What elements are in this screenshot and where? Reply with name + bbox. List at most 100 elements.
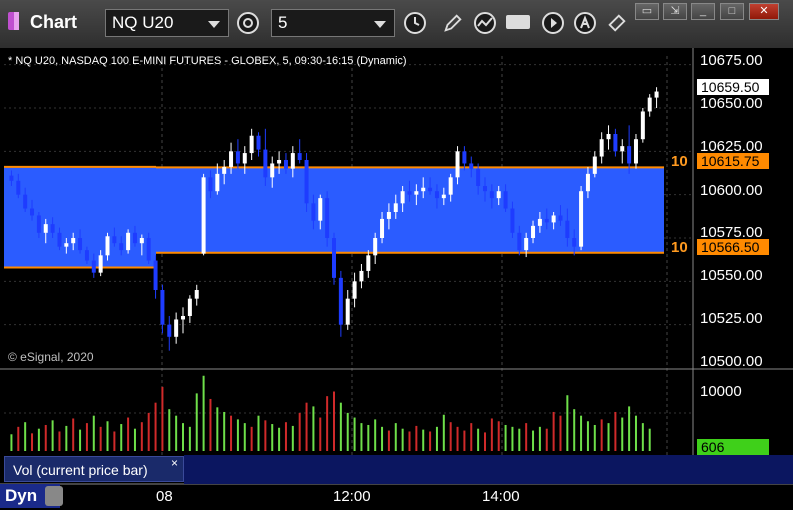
candle-body — [181, 316, 186, 320]
candle-body — [57, 232, 62, 247]
candle-body — [215, 173, 220, 192]
candle-body — [359, 270, 364, 282]
window-close-button[interactable]: ✕ — [749, 3, 779, 20]
pencil-icon — [444, 14, 462, 32]
clock-button[interactable] — [400, 9, 430, 37]
volume-axis-label: 10000 — [700, 383, 742, 400]
candle-body — [235, 151, 240, 164]
candle-body — [167, 324, 172, 337]
candle-body — [50, 224, 55, 233]
volume-study-strip — [184, 455, 693, 484]
play-icon — [542, 12, 564, 34]
play-button[interactable] — [538, 9, 568, 37]
candle-body — [647, 97, 652, 112]
candle-body — [565, 220, 570, 238]
candle-body — [572, 238, 577, 247]
clock-icon — [404, 12, 426, 34]
candle-body — [551, 215, 556, 223]
time-axis-label: 08 — [156, 488, 173, 505]
link-button[interactable] — [602, 9, 632, 37]
candle-body — [469, 163, 474, 169]
volume-study-strip — [693, 455, 793, 484]
candle-body — [524, 238, 529, 251]
candle-body — [78, 238, 83, 251]
interval-dropdown[interactable]: 5 — [271, 9, 395, 37]
upper-level-count: 10 — [671, 153, 688, 170]
volume-study-label[interactable]: Vol (current price bar) — [4, 456, 184, 482]
alert-button[interactable] — [570, 9, 600, 37]
line-chart-icon — [474, 12, 496, 34]
candle-body — [119, 243, 124, 251]
candle-body — [242, 153, 247, 164]
candle-body — [640, 111, 645, 140]
get-icon — [506, 15, 530, 29]
price-axis-label: 10500.00 — [700, 353, 763, 370]
window-maximize-button[interactable]: □ — [720, 3, 744, 20]
candle-body — [592, 156, 597, 174]
current-volume-badge: 606 — [697, 439, 769, 455]
candle-body — [71, 238, 76, 244]
candle-body — [153, 260, 158, 290]
time-axis-label: 12:00 — [333, 488, 371, 505]
lock-icon[interactable] — [45, 486, 63, 506]
candle-body — [345, 298, 350, 325]
price-axis-label: 10650.00 — [700, 95, 763, 112]
candle-body — [16, 180, 21, 195]
candle-body — [36, 215, 41, 233]
candle-body — [496, 191, 501, 199]
settings-gear-icon[interactable] — [233, 9, 263, 37]
candle-body — [373, 238, 378, 256]
lower-level-count: 10 — [671, 239, 688, 256]
candle-body — [531, 225, 536, 238]
price-chart[interactable] — [0, 48, 793, 510]
candle-body — [585, 173, 590, 192]
gear-icon — [237, 12, 259, 34]
candle-body — [380, 218, 385, 238]
candle-body — [428, 187, 433, 192]
candle-body — [126, 232, 131, 251]
get-button[interactable] — [504, 9, 534, 37]
chevron-down-icon — [208, 21, 220, 28]
draw-pencil-button[interactable] — [438, 9, 468, 37]
candle-body — [91, 260, 96, 273]
candle-body — [30, 208, 35, 216]
candle-body — [208, 177, 213, 192]
window-minimize-button[interactable]: ⇲ — [663, 3, 687, 20]
candle-body — [187, 298, 192, 316]
candle-body — [482, 186, 487, 192]
candle-body — [325, 198, 330, 238]
instrument-label: * NQ U20, NASDAQ 100 E-MINI FUTURES - GL… — [8, 55, 407, 67]
candle-body — [633, 139, 638, 164]
price-axis-label: 10675.00 — [700, 52, 763, 69]
symbol-dropdown[interactable]: NQ U20 — [105, 9, 229, 37]
study-button[interactable] — [470, 9, 500, 37]
candle-body — [476, 168, 481, 186]
time-axis-label: 14:00 — [482, 488, 520, 505]
candle-body — [558, 215, 563, 221]
window-minimize-button-2[interactable]: _ — [691, 3, 715, 20]
candle-body — [627, 146, 632, 164]
candle-body — [105, 236, 110, 256]
last-price-badge: 10659.50 — [697, 79, 769, 95]
candle-body — [613, 134, 618, 152]
interval-value: 5 — [278, 13, 288, 32]
window-restore-button[interactable]: ▭ — [635, 3, 659, 20]
copyright-label: © eSignal, 2020 — [8, 350, 94, 364]
candle-body — [393, 203, 398, 212]
candle-body — [146, 238, 151, 261]
candle-body — [160, 290, 165, 325]
window-title: Chart — [30, 12, 78, 32]
candle-body — [400, 191, 405, 204]
candle-body — [304, 160, 309, 204]
close-icon[interactable]: × — [171, 456, 178, 470]
candle-body — [599, 139, 604, 157]
title-bar: Chart NQ U20 5 ▭ ⇲ _ □ ✕ — [0, 0, 793, 48]
candle-body — [448, 177, 453, 195]
candle-body — [84, 250, 89, 261]
candle-body — [43, 224, 48, 233]
candle-body — [311, 203, 316, 221]
candle-body — [23, 194, 28, 209]
candle-body — [290, 153, 295, 169]
candle-body — [318, 198, 323, 221]
candle-body — [620, 146, 625, 152]
